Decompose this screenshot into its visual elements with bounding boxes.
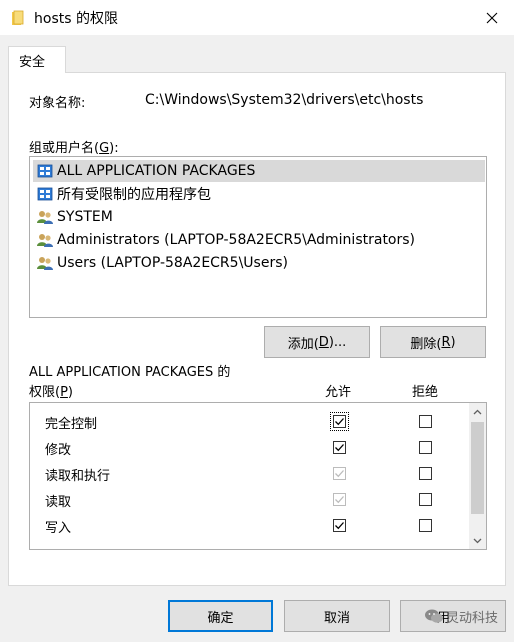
app-package-icon [37,187,53,201]
user-group-icon [37,234,53,247]
group-user-label: 组或用户名(G): [29,141,119,156]
scroll-thumb[interactable] [471,422,484,514]
permission-name: 完全控制 [45,417,98,432]
deny-checkbox[interactable] [419,441,432,454]
permission-row-read: 读取 [30,487,468,513]
group-item-users[interactable]: Users (LAPTOP-58A2ECR5\Users) [33,252,288,274]
folder-icon [12,10,24,25]
object-name-label: 对象名称: [29,96,86,111]
group-item-administrators[interactable]: Administrators (LAPTOP-58A2ECR5\Administ… [33,229,415,251]
permission-row-full-control: 完全控制 [30,409,468,435]
wechat-icon [425,609,443,623]
deny-checkbox[interactable] [419,519,432,532]
group-item-system[interactable]: SYSTEM [33,206,113,228]
permission-name: 写入 [45,521,72,536]
close-icon [486,12,498,23]
group-item-label: SYSTEM [57,209,113,225]
chevron-up-icon [473,409,482,414]
permission-name: 读取和执行 [45,469,111,484]
group-item-label: 所有受限制的应用程序包 [57,187,211,203]
deny-checkbox[interactable] [419,467,432,480]
permissions-list[interactable]: 完全控制 修改 读取和执行 读取 写入 [29,402,487,550]
permission-name: 修改 [45,443,72,458]
watermark: 灵动科技 [424,605,498,627]
user-group-icon [37,257,53,270]
checkmark-icon [335,496,344,504]
chevron-down-icon [473,538,482,543]
checkmark-icon [335,444,344,452]
checkmark-icon [335,418,344,426]
allow-checkbox[interactable] [333,519,346,532]
app-package-icon [37,164,53,178]
allow-checkbox[interactable] [330,412,349,431]
group-item-all-application-packages[interactable]: ALL APPLICATION PACKAGES [33,160,485,182]
allow-column-header: 允许 [325,385,352,400]
scroll-down-button[interactable] [469,532,486,549]
permissions-label: 权限(P) [29,385,73,400]
permission-row-read-execute: 读取和执行 [30,461,468,487]
allow-checkbox-disabled [333,493,346,506]
permissions-title: ALL APPLICATION PACKAGES 的 [29,365,231,380]
permission-row-write: 写入 [30,513,468,539]
group-item-label: Administrators (LAPTOP-58A2ECR5\Administ… [57,232,416,248]
deny-checkbox[interactable] [419,493,432,506]
user-group-icon [37,211,53,224]
group-user-list[interactable]: ALL APPLICATION PACKAGES 所有受限制的应用程序包 SYS… [29,156,487,318]
group-item-label: ALL APPLICATION PACKAGES [57,163,256,179]
object-name-value: C:\Windows\System32\drivers\etc\hosts [145,92,424,108]
ok-button[interactable]: 确定 [168,600,273,632]
window-title: hosts 的权限 [34,11,118,27]
permission-row-modify: 修改 [30,435,468,461]
add-button[interactable]: 添加(D)... [264,326,370,358]
checkmark-icon [335,470,344,478]
title-bar: hosts 的权限 [0,0,514,35]
checkmark-icon [335,522,344,530]
group-item-label: Users (LAPTOP-58A2ECR5\Users) [57,255,288,271]
group-item-restricted-app-packages[interactable]: 所有受限制的应用程序包 [33,183,211,205]
remove-button[interactable]: 删除(R) [380,326,486,358]
permission-name: 读取 [45,495,72,510]
deny-column-header: 拒绝 [412,385,439,400]
allow-checkbox[interactable] [333,441,346,454]
allow-checkbox-disabled [333,467,346,480]
tab-security[interactable]: 安全 [8,46,66,73]
deny-checkbox[interactable] [419,415,432,428]
watermark-text: 灵动科技 [446,610,499,626]
tab-security-label: 安全 [19,55,46,70]
close-button[interactable] [470,0,514,35]
cancel-button[interactable]: 取消 [284,600,390,632]
permissions-scrollbar[interactable] [469,403,486,549]
scroll-up-button[interactable] [469,403,486,420]
